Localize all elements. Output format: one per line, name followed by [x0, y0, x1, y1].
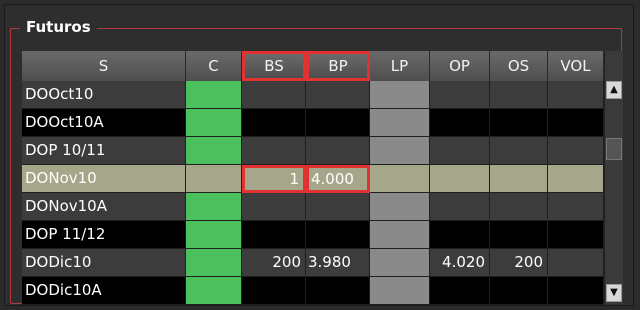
cell-lp[interactable]	[370, 249, 430, 277]
cell-bp[interactable]: 3.980	[306, 249, 370, 277]
cell-c[interactable]	[186, 165, 242, 193]
cell-c[interactable]	[186, 81, 242, 109]
header-os[interactable]: OS	[490, 51, 548, 81]
cell-c[interactable]	[186, 193, 242, 221]
cell-c[interactable]	[186, 221, 242, 249]
panel-title: Futuros	[20, 18, 97, 36]
cell-bp[interactable]	[306, 109, 370, 137]
cell-os[interactable]	[490, 277, 548, 305]
cell-op[interactable]	[430, 277, 490, 305]
cell-s[interactable]: DOP 11/12	[22, 221, 186, 249]
scroll-thumb[interactable]	[606, 138, 622, 160]
table-row[interactable]: DOOct10A	[22, 109, 604, 137]
table-row[interactable]: DONov10A	[22, 193, 604, 221]
cell-bp[interactable]	[306, 81, 370, 109]
header-op[interactable]: OP	[430, 51, 490, 81]
cell-vol[interactable]	[548, 221, 604, 249]
cell-op[interactable]	[430, 137, 490, 165]
cell-vol[interactable]	[548, 81, 604, 109]
cell-lp[interactable]	[370, 165, 430, 193]
cell-bs[interactable]: 1	[242, 165, 306, 193]
cell-bs[interactable]: 200	[242, 249, 306, 277]
table-row[interactable]: DODic10A	[22, 277, 604, 305]
cell-c[interactable]	[186, 249, 242, 277]
header-bp[interactable]: BP	[306, 51, 370, 81]
cell-bs[interactable]	[242, 193, 306, 221]
cell-os[interactable]	[490, 81, 548, 109]
table-row[interactable]: DOP 11/12	[22, 221, 604, 249]
cell-os[interactable]	[490, 221, 548, 249]
cell-op[interactable]	[430, 109, 490, 137]
cell-bp[interactable]	[306, 221, 370, 249]
cell-vol[interactable]	[548, 137, 604, 165]
cell-c[interactable]	[186, 109, 242, 137]
cell-bs[interactable]	[242, 81, 306, 109]
cell-os[interactable]	[490, 109, 548, 137]
cell-vol[interactable]	[548, 249, 604, 277]
cell-os[interactable]: 200	[490, 249, 548, 277]
cell-op[interactable]	[430, 221, 490, 249]
cell-lp[interactable]	[370, 277, 430, 305]
futures-grid: S C BS BP LP OP OS VOL DOOct10 DOOct10A DO…	[22, 51, 604, 305]
cell-s[interactable]: DOOct10	[22, 81, 186, 109]
cell-lp[interactable]	[370, 81, 430, 109]
table-row[interactable]: DODic10 200 3.980 4.020 200	[22, 249, 604, 277]
cell-lp[interactable]	[370, 137, 430, 165]
cell-op[interactable]	[430, 193, 490, 221]
cell-bs[interactable]	[242, 137, 306, 165]
cell-s[interactable]: DONov10A	[22, 193, 186, 221]
cell-c[interactable]	[186, 137, 242, 165]
cell-s[interactable]: DOOct10A	[22, 109, 186, 137]
arrow-down-icon[interactable]: ▼	[606, 284, 622, 302]
cell-bp[interactable]	[306, 277, 370, 305]
cell-bp[interactable]	[306, 193, 370, 221]
cell-s[interactable]: DOP 10/11	[22, 137, 186, 165]
cell-op[interactable]	[430, 165, 490, 193]
table-row[interactable]: DOP 10/11	[22, 137, 604, 165]
cell-s[interactable]: DODic10A	[22, 277, 186, 305]
cell-s[interactable]: DONov10	[22, 165, 186, 193]
cell-vol[interactable]	[548, 277, 604, 305]
header-s[interactable]: S	[22, 51, 186, 81]
cell-op[interactable]	[430, 81, 490, 109]
cell-vol[interactable]	[548, 193, 604, 221]
cell-vol[interactable]	[548, 165, 604, 193]
header-lp[interactable]: LP	[370, 51, 430, 81]
cell-c[interactable]	[186, 277, 242, 305]
header-c[interactable]: C	[186, 51, 242, 81]
cell-os[interactable]	[490, 193, 548, 221]
cell-vol[interactable]	[548, 109, 604, 137]
cell-bs[interactable]	[242, 277, 306, 305]
cell-op[interactable]: 4.020	[430, 249, 490, 277]
header-bs[interactable]: BS	[242, 51, 306, 81]
table-row[interactable]: DONov10 1 4.000	[22, 165, 604, 193]
cell-lp[interactable]	[370, 109, 430, 137]
cell-bp[interactable]	[306, 137, 370, 165]
cell-os[interactable]	[490, 137, 548, 165]
vertical-scrollbar[interactable]: ▲ ▼	[604, 51, 623, 304]
table-row[interactable]: DOOct10	[22, 81, 604, 109]
cell-bs[interactable]	[242, 221, 306, 249]
cell-lp[interactable]	[370, 193, 430, 221]
cell-s[interactable]: DODic10	[22, 249, 186, 277]
header-vol[interactable]: VOL	[548, 51, 604, 81]
cell-bs[interactable]	[242, 109, 306, 137]
cell-os[interactable]	[490, 165, 548, 193]
cell-bp[interactable]: 4.000	[306, 165, 370, 193]
arrow-up-icon[interactable]: ▲	[606, 81, 622, 99]
cell-lp[interactable]	[370, 221, 430, 249]
